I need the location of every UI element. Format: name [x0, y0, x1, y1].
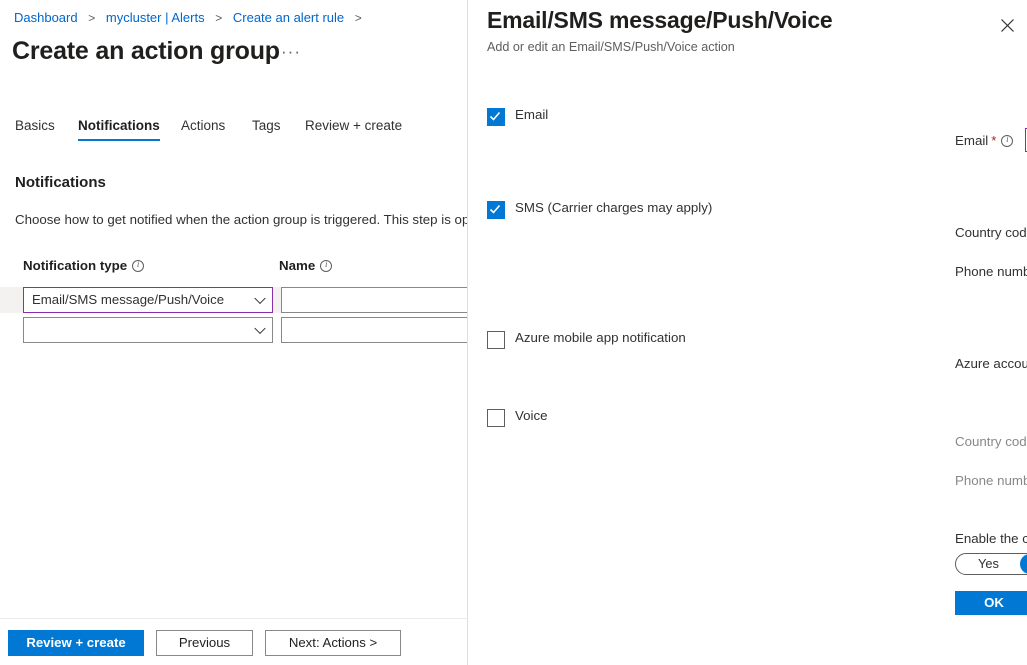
breadcrumb: Dashboard > mycluster | Alerts > Create … — [14, 10, 369, 25]
tab-bar: Basics Notifications Actions Tags Review… — [0, 118, 467, 148]
sms-country-code-label-text: Country code — [955, 225, 1027, 240]
tab-tags[interactable]: Tags — [252, 118, 281, 141]
breadcrumb-item-dashboard[interactable]: Dashboard — [14, 10, 78, 25]
azure-account-email-label: Azure account email — [955, 356, 1027, 371]
column-header-notification-type: Notification type — [23, 258, 144, 273]
email-field-label-text: Email — [955, 133, 988, 148]
notification-name-input-1[interactable] — [281, 287, 467, 313]
chevron-down-icon — [254, 293, 265, 304]
notification-type-value-1: Email/SMS message/Push/Voice — [32, 292, 224, 307]
toggle-option-no[interactable]: No — [1020, 554, 1027, 574]
email-checkbox-label[interactable]: Email — [515, 107, 548, 122]
email-checkbox[interactable] — [487, 108, 505, 126]
section-description: Choose how to get notified when the acti… — [15, 212, 467, 227]
sms-phone-number-label: Phone number* — [955, 264, 1027, 279]
review-create-button[interactable]: Review + create — [8, 630, 144, 656]
column-header-label: Notification type — [23, 258, 127, 273]
voice-checkbox-label[interactable]: Voice — [515, 408, 548, 423]
info-icon[interactable] — [1001, 135, 1013, 147]
breadcrumb-separator: > — [88, 11, 95, 25]
tab-review-create[interactable]: Review + create — [305, 118, 402, 141]
sms-country-code-label: Country code* — [955, 225, 1027, 240]
page-title: Create an action group — [12, 37, 280, 66]
tab-notifications[interactable]: Notifications — [78, 118, 160, 141]
mobile-app-checkbox-label[interactable]: Azure mobile app notification — [515, 330, 686, 345]
more-options-button[interactable]: ··· — [281, 42, 301, 62]
tab-basics[interactable]: Basics — [15, 118, 55, 141]
email-sms-push-voice-panel: Email/SMS message/Push/Voice Add or edit… — [467, 0, 1027, 665]
sms-phone-number-label-text: Phone number — [955, 264, 1027, 279]
mobile-app-checkbox[interactable] — [487, 331, 505, 349]
close-icon[interactable] — [994, 13, 1020, 39]
breadcrumb-item-mycluster-alerts[interactable]: mycluster | Alerts — [106, 10, 205, 25]
voice-phone-number-label: Phone number — [955, 473, 1027, 488]
sms-checkbox[interactable] — [487, 201, 505, 219]
sms-checkbox-label[interactable]: SMS (Carrier charges may apply) — [515, 200, 712, 215]
panel-title: Email/SMS message/Push/Voice — [487, 7, 833, 34]
ok-button[interactable]: OK — [955, 591, 1027, 615]
info-icon[interactable] — [132, 260, 144, 272]
tab-actions[interactable]: Actions — [181, 118, 225, 141]
previous-button[interactable]: Previous — [156, 630, 253, 656]
column-header-label: Name — [279, 258, 315, 273]
bottom-command-bar: Review + create Previous Next: Actions > — [0, 618, 467, 665]
chevron-down-icon — [254, 323, 265, 334]
notification-type-select-2[interactable] — [23, 317, 273, 343]
toggle-option-yes[interactable]: Yes — [958, 554, 1019, 574]
notification-name-input-2[interactable] — [281, 317, 467, 343]
section-heading: Notifications — [15, 174, 106, 191]
info-icon[interactable] — [320, 260, 332, 272]
breadcrumb-item-create-an-alert-rule[interactable]: Create an alert rule — [233, 10, 344, 25]
breadcrumb-separator: > — [355, 11, 362, 25]
common-alert-schema-text: Enable the common alert schema. — [955, 531, 1027, 546]
required-marker: * — [991, 133, 996, 148]
column-header-name: Name — [279, 258, 332, 273]
create-action-group-pane: Dashboard > mycluster | Alerts > Create … — [0, 0, 467, 665]
breadcrumb-separator: > — [215, 11, 222, 25]
next-actions-button[interactable]: Next: Actions > — [265, 630, 401, 656]
voice-country-code-label-text: Country code — [955, 434, 1027, 449]
email-field-label: Email* — [955, 133, 1013, 148]
azure-account-email-label-text: Azure account email — [955, 356, 1027, 371]
common-alert-schema-toggle[interactable]: Yes No — [955, 553, 1027, 575]
panel-subtitle: Add or edit an Email/SMS/Push/Voice acti… — [487, 40, 735, 54]
voice-country-code-label: Country code — [955, 434, 1027, 449]
azure-portal-screen: Dashboard > mycluster | Alerts > Create … — [0, 0, 1027, 665]
notification-type-select-1[interactable]: Email/SMS message/Push/Voice — [23, 287, 273, 313]
voice-checkbox[interactable] — [487, 409, 505, 427]
